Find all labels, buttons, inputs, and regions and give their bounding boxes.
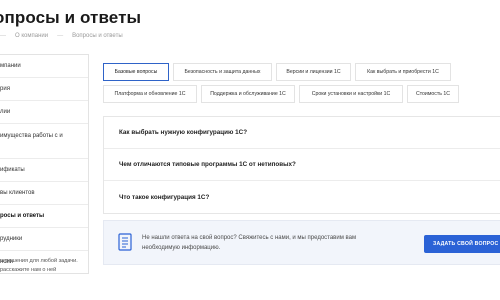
tab-cost[interactable]: Стоимость 1С (407, 85, 459, 103)
sidebar-item-employees[interactable]: рудники (0, 228, 88, 251)
breadcrumb-item-current: Вопросы и ответы (72, 33, 123, 39)
tab-row: Платформа и обновление 1С Поддержка и об… (103, 85, 500, 103)
sidebar-item-partners[interactable]: лии (0, 101, 88, 124)
tab-basic-questions[interactable]: Базовые вопросы (103, 63, 169, 81)
page-title: опросы и ответы (0, 8, 142, 27)
sidebar: мпании рия лии имущества работы с и ифик… (0, 54, 89, 274)
tab-security[interactable]: Безопасность и защита данных (173, 63, 272, 81)
ask-question-button[interactable]: ЗАДАТЬ СВОЙ ВОПРОС (424, 235, 500, 253)
sidebar-item-advantages[interactable]: имущества работы с и (0, 124, 88, 159)
ask-question-banner: Не нашли ответа на свой вопрос? Свяжитес… (103, 220, 500, 265)
tab-platform-updates[interactable]: Платформа и обновление 1С (103, 85, 197, 103)
faq-item-typical-vs-custom[interactable]: Чем отличаются типовые программы 1С от н… (104, 149, 500, 181)
breadcrumb: — О компании — Вопросы и ответы (0, 33, 132, 39)
faq-item-choose-config[interactable]: Как выбрать нужную конфигурацию 1С? (104, 117, 500, 149)
sidebar-item-about[interactable]: мпании (0, 55, 88, 78)
sidebar-item-certificates[interactable]: ификаты (0, 159, 88, 182)
category-tabs: Базовые вопросы Безопасность и защита да… (103, 63, 500, 107)
cta-text: Не нашли ответа на свой вопрос? Свяжитес… (142, 235, 357, 251)
tab-installation-terms[interactable]: Сроки установки и настройки 1С (299, 85, 403, 103)
document-icon (118, 233, 132, 251)
sidebar-item-history[interactable]: рия (0, 78, 88, 101)
faq-item-what-is-config[interactable]: Что такое конфигурация 1С? (104, 181, 500, 213)
faq-list: Как выбрать нужную конфигурацию 1С? Чем … (103, 116, 500, 214)
tab-how-to-buy[interactable]: Как выбрать и приобрести 1С (355, 63, 451, 81)
breadcrumb-separator: — (0, 33, 6, 39)
breadcrumb-item-about[interactable]: О компании (15, 33, 48, 39)
sidebar-item-faq[interactable]: росы и ответы (0, 205, 88, 228)
tab-support[interactable]: Поддержка и обслуживание 1С (201, 85, 295, 103)
sidebar-note: м решения для любой задачи. расскажите н… (0, 258, 78, 273)
breadcrumb-separator: — (57, 33, 64, 39)
tab-versions-licenses[interactable]: Версии и лицензии 1С (276, 63, 351, 81)
sidebar-item-reviews[interactable]: вы клиентов (0, 182, 88, 205)
tab-row: Базовые вопросы Безопасность и защита да… (103, 63, 500, 81)
